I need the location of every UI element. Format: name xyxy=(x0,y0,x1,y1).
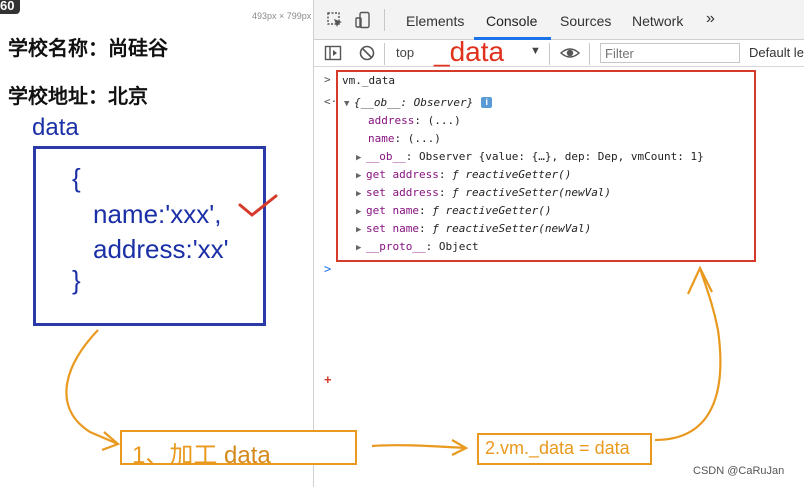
step1-box: 1、加工 data xyxy=(120,430,357,469)
step1-label: 1、加工 data xyxy=(132,435,271,470)
context-dropdown-icon[interactable]: ▼ xyxy=(530,45,541,57)
device-toolbar-icon[interactable] xyxy=(354,11,372,29)
code-close-brace: } xyxy=(72,265,81,295)
toolbar-separator xyxy=(549,43,550,65)
accessor-set-address[interactable]: ▶ set address: ƒ reactiveSetter(newVal) xyxy=(356,186,611,199)
accessor-kind: set xyxy=(366,222,386,235)
function-f-icon: ƒ xyxy=(452,186,459,199)
console-toolbar: top ▼ Default le xyxy=(314,40,804,67)
code-address-line: address:'xx' xyxy=(93,234,229,264)
input-prompt-icon: > xyxy=(324,73,331,86)
accessor-set-name[interactable]: ▶ set name: ƒ reactiveSetter(newVal) xyxy=(356,222,591,235)
toolbar-separator xyxy=(589,43,590,65)
accessor-get-address[interactable]: ▶ get address: ƒ reactiveGetter() xyxy=(356,168,571,181)
data-annotation: _data xyxy=(434,36,505,67)
accessor-key: address xyxy=(392,186,439,199)
property-value: (...) xyxy=(407,132,441,145)
school-address: 学校地址：北京 xyxy=(8,84,148,108)
collapsed-triangle-icon: ▶ xyxy=(356,189,362,199)
show-sidebar-icon[interactable] xyxy=(324,44,342,62)
property-key: __ob__ xyxy=(366,150,406,163)
inspect-element-icon[interactable] xyxy=(326,11,344,29)
colon: : xyxy=(394,132,408,145)
tab-console[interactable]: Console xyxy=(486,13,537,29)
tab-sources[interactable]: Sources xyxy=(560,13,611,29)
function-f-icon: ƒ xyxy=(452,168,459,181)
data-label: data xyxy=(32,114,79,141)
accessor-kind: get xyxy=(366,204,386,217)
result-arrow-icon: <· xyxy=(324,95,338,108)
property-key: name xyxy=(368,132,395,145)
property-value: Observer {value: {…}, dep: Dep, vmCount:… xyxy=(419,150,704,163)
property-key: __proto__ xyxy=(366,240,426,253)
collapsed-triangle-icon: ▶ xyxy=(356,225,362,235)
accessor-key: name xyxy=(392,204,420,217)
code-name-line: name:'xxx', xyxy=(93,199,222,229)
step1-action: 加工 xyxy=(169,442,218,469)
rendered-page: 60 493px × 799px 学校名称：尚硅谷 学校地址：北京 data {… xyxy=(0,0,313,487)
tab-network[interactable]: Network xyxy=(632,13,683,29)
colon: : xyxy=(414,114,428,127)
property-value: Object xyxy=(438,240,479,253)
accessor-function: reactiveGetter() xyxy=(465,168,572,181)
property-proto[interactable]: ▶ __proto__: Object xyxy=(356,240,479,253)
context-selector[interactable]: top xyxy=(396,45,414,60)
collapsed-triangle-icon: ▶ xyxy=(356,207,362,217)
accessor-function: reactiveSetter(newVal) xyxy=(445,222,592,235)
property-key: address xyxy=(368,114,415,127)
devtools-tabbar: Elements Console Sources Network » xyxy=(314,0,804,40)
info-icon: i xyxy=(481,97,493,108)
property-name[interactable]: name: (...) xyxy=(368,132,441,145)
code-open-brace: { xyxy=(72,163,81,193)
step2-box: 2.vm._data = data xyxy=(477,433,652,465)
property-address[interactable]: address: (...) xyxy=(368,114,461,127)
accessor-function: reactiveGetter() xyxy=(445,204,552,217)
step1-word: data xyxy=(224,442,271,469)
object-header[interactable]: ▼ {__ob__: Observer} i xyxy=(344,96,493,109)
property-ob[interactable]: ▶ __ob__: Observer {value: {…}, dep: Dep,… xyxy=(356,150,704,163)
cursor-plus-icon: + xyxy=(324,372,332,387)
accessor-get-name[interactable]: ▶ get name: ƒ reactiveGetter() xyxy=(356,204,551,217)
viewport-dimensions: 493px × 799px xyxy=(252,11,312,21)
tabbar-separator xyxy=(384,9,385,31)
toolbar-separator xyxy=(384,43,385,65)
function-f-icon: ƒ xyxy=(432,222,439,235)
data-object-box: { name:'xxx', address:'xx' } xyxy=(33,146,266,326)
log-levels-dropdown[interactable]: Default le xyxy=(749,45,804,60)
watermark: CSDN @CaRuJan xyxy=(693,465,785,477)
accessor-kind: get xyxy=(366,168,386,181)
accessor-key: name xyxy=(392,222,420,235)
school-name: 学校名称：尚硅谷 xyxy=(8,36,168,60)
function-f-icon: ƒ xyxy=(432,204,439,217)
step1-number: 1、 xyxy=(132,442,170,469)
collapsed-triangle-icon: ▶ xyxy=(356,171,362,181)
clear-console-icon[interactable] xyxy=(358,44,376,62)
filter-input[interactable] xyxy=(600,43,740,63)
console-input-caret-icon[interactable]: > xyxy=(324,262,331,276)
tab-elements[interactable]: Elements xyxy=(406,13,464,29)
object-summary: {__ob__: Observer} xyxy=(354,96,474,109)
step2-label: 2.vm._data = data xyxy=(485,438,630,458)
accessor-kind: set xyxy=(366,186,386,199)
frame-badge: 60 xyxy=(0,0,20,14)
accessor-function: reactiveSetter(newVal) xyxy=(465,186,612,199)
accessor-key: address xyxy=(392,168,439,181)
collapsed-triangle-icon: ▶ xyxy=(356,243,362,253)
property-value: (...) xyxy=(427,114,461,127)
live-expression-eye-icon[interactable] xyxy=(559,44,581,62)
collapsed-triangle-icon: ▶ xyxy=(356,153,362,163)
devtools-panel: Elements Console Sources Network » top ▼… xyxy=(313,0,804,487)
expanded-triangle-icon: ▼ xyxy=(344,99,350,109)
more-tabs-icon[interactable]: » xyxy=(706,10,715,28)
